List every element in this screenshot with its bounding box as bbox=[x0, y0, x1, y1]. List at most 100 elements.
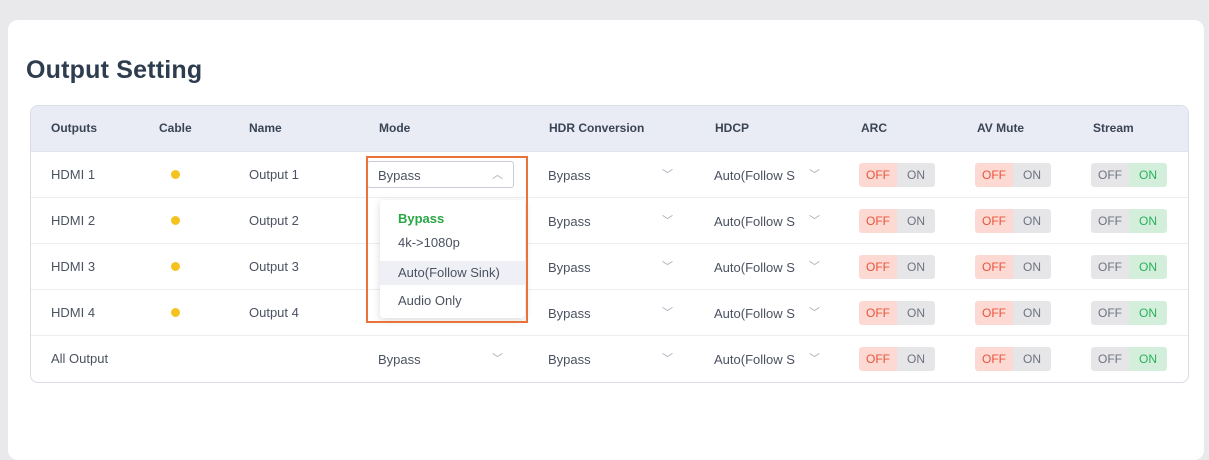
table-row: All Output Bypass ﹀ Bypass ﹀ Auto(Follow… bbox=[31, 336, 1188, 381]
arc-toggle[interactable]: OFF ON bbox=[859, 347, 935, 371]
dropdown-option-audio-only[interactable]: Audio Only bbox=[380, 289, 525, 313]
chevron-down-icon: ﹀ bbox=[662, 261, 673, 273]
av-mute-on[interactable]: ON bbox=[1013, 255, 1051, 279]
arc-on[interactable]: ON bbox=[897, 347, 935, 371]
arc-off[interactable]: OFF bbox=[859, 163, 897, 187]
status-dot-icon bbox=[171, 308, 180, 317]
col-stream: Stream bbox=[1093, 121, 1134, 135]
chevron-down-icon: ﹀ bbox=[662, 307, 673, 319]
stream-toggle[interactable]: OFF ON bbox=[1091, 301, 1167, 325]
stream-on[interactable]: ON bbox=[1129, 301, 1167, 325]
stream-off[interactable]: OFF bbox=[1091, 255, 1129, 279]
hdcp-select[interactable]: Auto(Follow S ﹀ bbox=[703, 345, 823, 372]
page-title: Output Setting bbox=[26, 56, 203, 84]
stream-on[interactable]: ON bbox=[1129, 255, 1167, 279]
col-arc: ARC bbox=[861, 121, 887, 135]
chevron-down-icon: ﹀ bbox=[809, 261, 820, 273]
arc-off[interactable]: OFF bbox=[859, 255, 897, 279]
av-mute-toggle[interactable]: OFF ON bbox=[975, 255, 1051, 279]
av-mute-toggle[interactable]: OFF ON bbox=[975, 347, 1051, 371]
stream-off[interactable]: OFF bbox=[1091, 163, 1129, 187]
output-label: All Output bbox=[51, 351, 109, 366]
chevron-down-icon: ﹀ bbox=[809, 169, 820, 181]
output-name[interactable]: Output 4 bbox=[249, 290, 299, 335]
chevron-down-icon: ﹀ bbox=[492, 353, 503, 365]
arc-off[interactable]: OFF bbox=[859, 347, 897, 371]
dropdown-option-bypass[interactable]: Bypass bbox=[380, 207, 525, 231]
hdr-select[interactable]: Bypass ﹀ bbox=[537, 161, 684, 188]
av-mute-toggle[interactable]: OFF ON bbox=[975, 163, 1051, 187]
table-row: HDMI 3 Output 3 Bypass ﹀ Auto(Follow S ﹀… bbox=[31, 244, 1188, 290]
mode-dropdown-menu: Bypass 4k->1080p Auto(Follow Sink) Audio… bbox=[380, 200, 525, 318]
hdr-select[interactable]: Bypass ﹀ bbox=[537, 207, 684, 234]
status-dot-icon bbox=[171, 216, 180, 225]
stream-off[interactable]: OFF bbox=[1091, 301, 1129, 325]
av-mute-off[interactable]: OFF bbox=[975, 163, 1013, 187]
output-label: HDMI 3 bbox=[51, 259, 96, 274]
stream-on[interactable]: ON bbox=[1129, 347, 1167, 371]
arc-on[interactable]: ON bbox=[897, 209, 935, 233]
output-label: HDMI 1 bbox=[51, 167, 96, 182]
av-mute-on[interactable]: ON bbox=[1013, 347, 1051, 371]
stream-on[interactable]: ON bbox=[1129, 163, 1167, 187]
chevron-up-icon: ︿ bbox=[492, 169, 503, 181]
av-mute-off[interactable]: OFF bbox=[975, 209, 1013, 233]
output-table: Outputs Cable Name Mode HDR Conversion H… bbox=[30, 105, 1189, 383]
av-mute-on[interactable]: ON bbox=[1013, 301, 1051, 325]
arc-off[interactable]: OFF bbox=[859, 301, 897, 325]
col-mode: Mode bbox=[379, 121, 411, 135]
status-dot-icon bbox=[171, 170, 180, 179]
col-name: Name bbox=[249, 121, 282, 135]
output-name[interactable]: Output 1 bbox=[249, 152, 299, 197]
stream-toggle[interactable]: OFF ON bbox=[1091, 347, 1167, 371]
table-row: HDMI 4 Output 4 Bypass ﹀ Auto(Follow S ﹀… bbox=[31, 290, 1188, 336]
stream-off[interactable]: OFF bbox=[1091, 209, 1129, 233]
chevron-down-icon: ﹀ bbox=[662, 215, 673, 227]
output-name[interactable]: Output 3 bbox=[249, 244, 299, 289]
av-mute-off[interactable]: OFF bbox=[975, 255, 1013, 279]
arc-off[interactable]: OFF bbox=[859, 209, 897, 233]
chevron-down-icon: ﹀ bbox=[809, 307, 820, 319]
output-label: HDMI 4 bbox=[51, 305, 96, 320]
mode-select[interactable]: Bypass ﹀ bbox=[367, 345, 514, 372]
col-hdr-conversion: HDR Conversion bbox=[549, 121, 645, 135]
chevron-down-icon: ﹀ bbox=[662, 169, 673, 181]
stream-toggle[interactable]: OFF ON bbox=[1091, 163, 1167, 187]
table-row: HDMI 1 Output 1 Bypass ︿ Bypass ﹀ Auto(F… bbox=[31, 152, 1188, 198]
mode-select[interactable]: Bypass ︿ bbox=[367, 161, 514, 188]
av-mute-toggle[interactable]: OFF ON bbox=[975, 209, 1051, 233]
stream-off[interactable]: OFF bbox=[1091, 347, 1129, 371]
arc-toggle[interactable]: OFF ON bbox=[859, 255, 935, 279]
hdr-select[interactable]: Bypass ﹀ bbox=[537, 345, 684, 372]
hdcp-select[interactable]: Auto(Follow S ﹀ bbox=[703, 207, 823, 234]
col-hdcp: HDCP bbox=[715, 121, 750, 135]
chevron-down-icon: ﹀ bbox=[809, 215, 820, 227]
hdcp-select[interactable]: Auto(Follow S ﹀ bbox=[703, 253, 823, 280]
hdr-select[interactable]: Bypass ﹀ bbox=[537, 253, 684, 280]
dropdown-option-4k-1080p[interactable]: 4k->1080p bbox=[380, 231, 525, 255]
av-mute-on[interactable]: ON bbox=[1013, 209, 1051, 233]
table-row: HDMI 2 Output 2 Bypass ﹀ Auto(Follow S ﹀… bbox=[31, 198, 1188, 244]
hdcp-select[interactable]: Auto(Follow S ﹀ bbox=[703, 161, 823, 188]
arc-on[interactable]: ON bbox=[897, 301, 935, 325]
col-outputs: Outputs bbox=[51, 121, 97, 135]
arc-toggle[interactable]: OFF ON bbox=[859, 209, 935, 233]
arc-toggle[interactable]: OFF ON bbox=[859, 301, 935, 325]
arc-on[interactable]: ON bbox=[897, 255, 935, 279]
av-mute-off[interactable]: OFF bbox=[975, 347, 1013, 371]
output-name[interactable]: Output 2 bbox=[249, 198, 299, 243]
av-mute-toggle[interactable]: OFF ON bbox=[975, 301, 1051, 325]
table-header: Outputs Cable Name Mode HDR Conversion H… bbox=[31, 106, 1188, 152]
stream-on[interactable]: ON bbox=[1129, 209, 1167, 233]
stream-toggle[interactable]: OFF ON bbox=[1091, 255, 1167, 279]
hdr-select[interactable]: Bypass ﹀ bbox=[537, 299, 684, 326]
stream-toggle[interactable]: OFF ON bbox=[1091, 209, 1167, 233]
av-mute-off[interactable]: OFF bbox=[975, 301, 1013, 325]
arc-toggle[interactable]: OFF ON bbox=[859, 163, 935, 187]
hdcp-select[interactable]: Auto(Follow S ﹀ bbox=[703, 299, 823, 326]
chevron-down-icon: ﹀ bbox=[809, 353, 820, 365]
dropdown-option-auto-follow-sink[interactable]: Auto(Follow Sink) bbox=[380, 261, 525, 285]
arc-on[interactable]: ON bbox=[897, 163, 935, 187]
col-av-mute: AV Mute bbox=[977, 121, 1025, 135]
av-mute-on[interactable]: ON bbox=[1013, 163, 1051, 187]
